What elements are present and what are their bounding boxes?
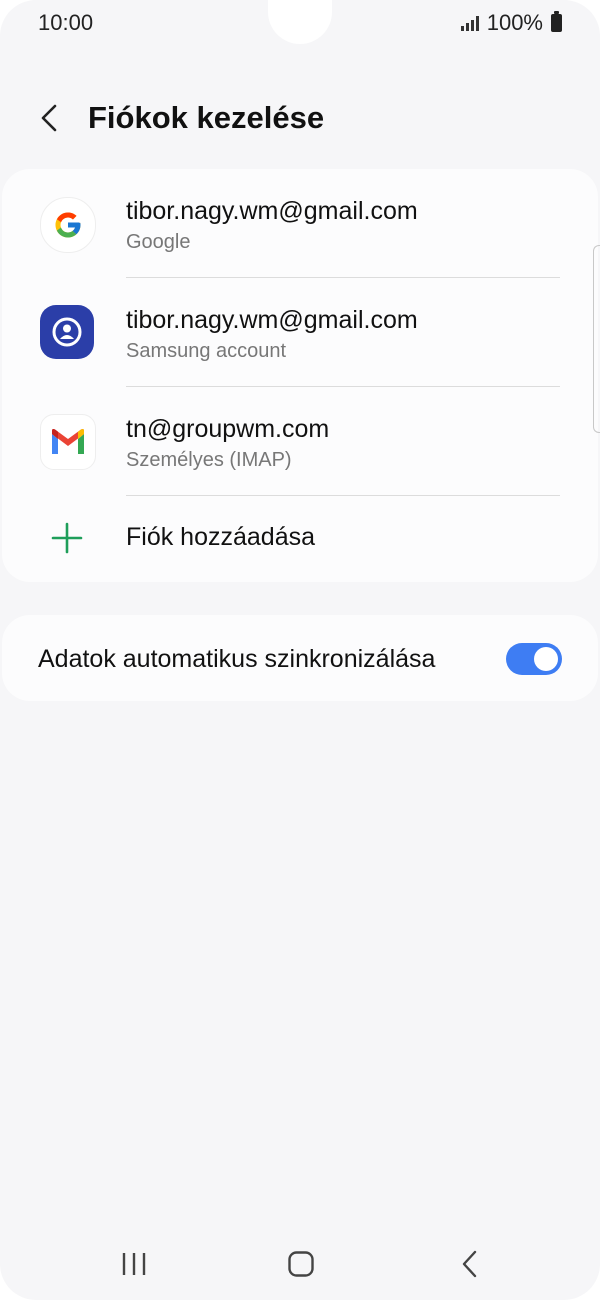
status-bar: 10:00 100% (0, 0, 600, 48)
home-icon (288, 1251, 314, 1277)
home-button[interactable] (271, 1228, 331, 1300)
page-title: Fiókok kezelése (88, 100, 325, 135)
google-icon (40, 197, 96, 253)
account-email: tn@groupwm.com (126, 415, 330, 443)
nav-back-button[interactable] (440, 1228, 500, 1300)
toggle-knob (534, 647, 558, 671)
edge-panel-handle[interactable] (593, 245, 600, 433)
account-email: tibor.nagy.wm@gmail.com (126, 197, 418, 225)
account-email: tibor.nagy.wm@gmail.com (126, 306, 418, 334)
signal-icon (460, 15, 479, 31)
account-item-imap[interactable]: tn@groupwm.com Személyes (IMAP) (2, 387, 598, 496)
screen: 10:00 100% Fiókok kezelése tibor.nagy.wm… (0, 0, 600, 1300)
samsung-account-icon (40, 305, 94, 359)
accounts-card: tibor.nagy.wm@gmail.com Google tibor.nag… (2, 169, 598, 582)
camera-notch (268, 0, 332, 44)
chevron-left-icon (41, 104, 57, 132)
account-item-google[interactable]: tibor.nagy.wm@gmail.com Google (2, 169, 598, 278)
navigation-bar (0, 1228, 600, 1300)
auto-sync-label: Adatok automatikus szinkronizálása (38, 645, 436, 673)
back-icon (462, 1250, 477, 1278)
back-button[interactable] (28, 96, 72, 140)
add-account-label: Fiók hozzáadása (126, 523, 316, 551)
header: Fiókok kezelése (0, 88, 600, 148)
plus-icon (51, 522, 83, 554)
auto-sync-toggle[interactable] (506, 643, 562, 675)
account-type: Személyes (IMAP) (126, 449, 292, 471)
recent-apps-icon (122, 1253, 146, 1275)
account-item-samsung[interactable]: tibor.nagy.wm@gmail.com Samsung account (2, 278, 598, 387)
status-time: 10:00 (38, 10, 94, 35)
account-type: Google (126, 231, 191, 253)
auto-sync-card[interactable]: Adatok automatikus szinkronizálása (2, 615, 598, 701)
recent-apps-button[interactable] (104, 1228, 164, 1300)
battery-percentage: 100% (486, 10, 543, 35)
status-indicators: 100% (460, 10, 562, 36)
gmail-icon (40, 414, 96, 470)
account-type: Samsung account (126, 340, 287, 362)
add-account-button[interactable]: Fiók hozzáadása (2, 495, 598, 581)
battery-icon (551, 11, 562, 32)
